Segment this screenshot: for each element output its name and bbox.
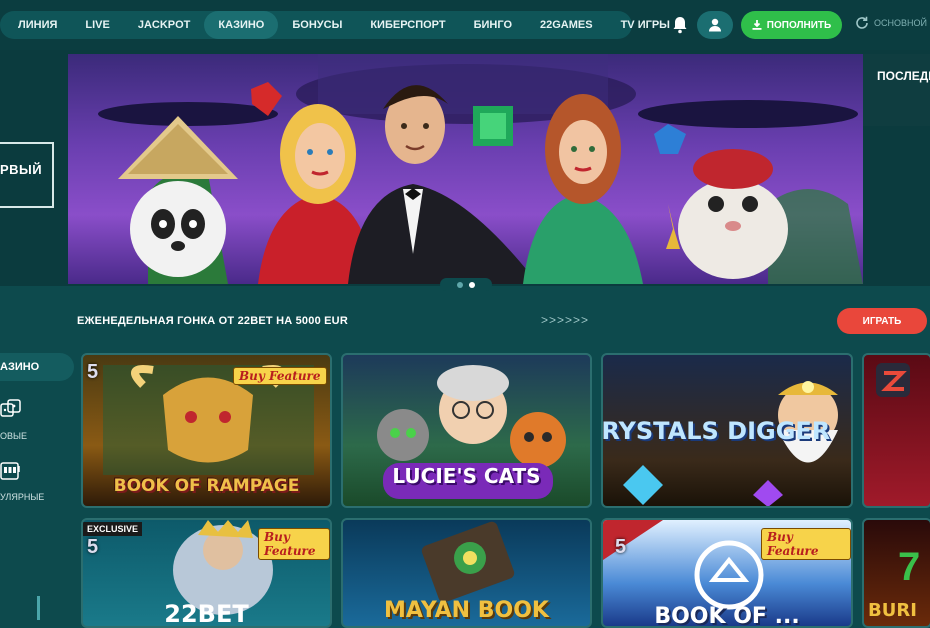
buy-feature-badge: Buy Feature xyxy=(258,528,330,560)
game-tile-book-of[interactable]: 5 Buy Feature BOOK OF ... xyxy=(601,518,853,628)
exclusive-tag: EXCLUSIVE xyxy=(83,522,143,536)
nav-item-line[interactable]: ЛИНИЯ xyxy=(4,11,71,39)
game-title: BURI xyxy=(868,600,917,621)
game-title: CRYSTALS DIGGER xyxy=(601,417,831,445)
user-icon xyxy=(709,18,721,32)
banner-artwork xyxy=(98,54,863,284)
game-tile-book-of-rampage[interactable]: 5 Buy Feature BOOK OF RAMPAGE xyxy=(81,353,332,508)
banner-prev-text: РВЫЙ xyxy=(0,162,43,177)
nav-item-22games[interactable]: 22GAMES xyxy=(526,11,607,39)
deposit-label: ПОПОЛНИТЬ xyxy=(766,19,832,31)
game-tile-mayan-book[interactable]: MAYAN BOOK xyxy=(341,518,592,628)
download-icon xyxy=(752,20,762,30)
game-title: 22BET xyxy=(164,600,249,628)
promo-arrows-icon: >>>>>> xyxy=(541,313,590,327)
main-nav: ЛИНИЯ LIVE JACKPOT КАЗИНО БОНУСЫ КИБЕРСП… xyxy=(0,11,724,39)
banner-prev-slide[interactable]: РВЫЙ xyxy=(0,142,54,208)
game-tile-lucies-cats[interactable]: LUCIE'S CATS xyxy=(341,353,592,508)
user-button[interactable] xyxy=(697,11,733,39)
game-tile-crystals-digger[interactable]: CRYSTALS DIGGER xyxy=(601,353,853,508)
sidebar-item-popular[interactable]: УЛЯРНЫЕ xyxy=(0,492,44,502)
buy-feature-badge: Buy Feature xyxy=(233,367,327,385)
deposit-button[interactable]: ПОПОЛНИТЬ xyxy=(741,11,842,39)
game-title: LUCIE'S CATS xyxy=(392,464,541,488)
play-button[interactable]: ИГРАТЬ xyxy=(837,308,927,334)
provider-badge: 5 xyxy=(87,361,99,383)
game-art xyxy=(876,363,910,397)
game-title: BOOK OF ... xyxy=(654,604,800,628)
banner-slide[interactable] xyxy=(68,54,863,284)
promo-title: ЕЖЕНЕДЕЛЬНАЯ ГОНКА ОТ 22BET НА 5000 EUR xyxy=(77,315,348,327)
sidebar-scroll-indicator xyxy=(37,596,40,620)
provider-badge: 5 xyxy=(87,536,99,558)
sidebar-casino-header[interactable]: АЗИНО xyxy=(0,353,74,381)
account-balance-label: ОСНОВНОЙ ( xyxy=(874,18,930,28)
top-bar: ЛИНИЯ LIVE JACKPOT КАЗИНО БОНУСЫ КИБЕРСП… xyxy=(0,0,930,50)
nav-item-live[interactable]: LIVE xyxy=(71,11,123,39)
provider-badge: 5 xyxy=(615,536,627,558)
banner-next-text: ПОСЛЕДН xyxy=(877,69,930,83)
game-tile-partial-1[interactable] xyxy=(862,353,930,508)
dice-icon xyxy=(0,399,21,417)
carousel-dot-2[interactable] xyxy=(469,281,475,288)
game-title: BOOK OF RAMPAGE xyxy=(113,476,300,496)
refresh-icon[interactable] xyxy=(855,16,869,30)
carousel-dots xyxy=(440,278,492,291)
nav-item-esports[interactable]: КИБЕРСПОРТ xyxy=(356,11,459,39)
nav-item-bonuses[interactable]: БОНУСЫ xyxy=(278,11,356,39)
nav-item-jackpot[interactable]: JACKPOT xyxy=(124,11,205,39)
nav-item-bingo[interactable]: БИНГО xyxy=(460,11,526,39)
sidebar-item-new[interactable]: ОВЫЕ xyxy=(0,431,27,441)
game-tile-partial-2[interactable]: 7 BURI xyxy=(862,518,930,628)
game-tile-22bet-exclusive[interactable]: EXCLUSIVE 5 Buy Feature 22BET xyxy=(81,518,332,628)
buy-feature-badge: Buy Feature xyxy=(761,528,851,560)
carousel-dot-1[interactable] xyxy=(457,281,463,288)
slot-machine-icon xyxy=(0,462,20,480)
svg-text:7: 7 xyxy=(898,545,920,589)
game-title: MAYAN BOOK xyxy=(384,598,549,623)
nav-item-casino[interactable]: КАЗИНО xyxy=(204,11,279,39)
banner-next-slide[interactable]: ПОСЛЕДН xyxy=(863,54,930,126)
bell-icon[interactable] xyxy=(672,16,688,34)
sidebar-casino-label: АЗИНО xyxy=(0,361,40,373)
